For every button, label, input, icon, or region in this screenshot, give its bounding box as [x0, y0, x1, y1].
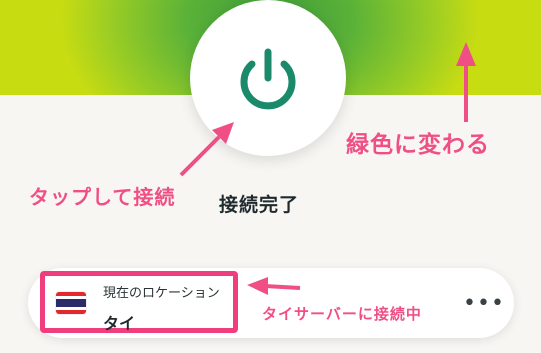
thailand-flag-icon	[56, 292, 86, 314]
annotation-tap-to-connect: タップして接続	[29, 185, 176, 209]
power-icon	[240, 48, 296, 110]
annotation-color-change: 緑色に変わる	[346, 132, 490, 158]
connection-status-text: 接続完了	[219, 194, 300, 216]
current-location-label: 現在のロケーション	[103, 286, 220, 301]
annotation-server-connected: タイサーバーに接続中	[262, 305, 422, 323]
connect-button[interactable]	[190, 0, 346, 156]
current-location-value: タイ	[103, 314, 136, 333]
more-icon[interactable]: •••	[463, 293, 504, 315]
vpn-app-screen: 接続完了 緑色に変わる タップして接続 現在のロケーション タイ タイサーバーに…	[0, 0, 541, 353]
